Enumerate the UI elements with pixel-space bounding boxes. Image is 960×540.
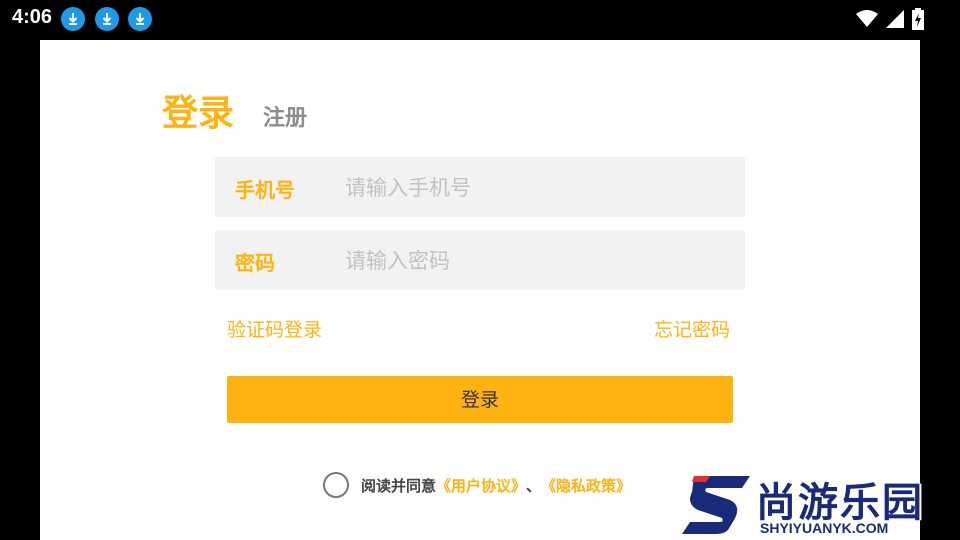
forgot-password-link[interactable]: 忘记密码: [654, 315, 730, 342]
tab-register[interactable]: 注册: [263, 100, 307, 132]
download-icon: [128, 7, 152, 31]
password-label: 密码: [235, 251, 275, 275]
phone-input[interactable]: [343, 167, 727, 209]
watermark-url: SHYIYUANYK.COM: [760, 520, 889, 536]
download-icon: [61, 7, 85, 31]
watermark: 尚游乐园 SHYIYUANYK.COM: [680, 468, 960, 540]
login-button[interactable]: 登录: [227, 376, 733, 423]
agreement-row: 阅读并同意 《用户协议》 、 《隐私政策》: [323, 472, 631, 498]
download-icon: [95, 7, 119, 31]
user-agreement-link[interactable]: 《用户协议》: [436, 475, 526, 496]
password-field: 密码: [215, 230, 745, 290]
watermark-logo-icon: [682, 476, 750, 534]
battery-icon: [912, 8, 924, 34]
agreement-prefix: 阅读并同意: [361, 476, 437, 495]
status-bar: 4:06: [0, 0, 960, 40]
tab-login[interactable]: 登录: [162, 84, 234, 136]
password-input[interactable]: [343, 240, 727, 282]
wifi-icon: [856, 10, 878, 32]
phone-field: 手机号: [215, 157, 745, 217]
status-time: 4:06: [12, 6, 53, 28]
agree-radio[interactable]: [323, 472, 349, 498]
agreement-separator: 、: [526, 476, 542, 495]
signal-icon: [886, 10, 904, 32]
privacy-policy-link[interactable]: 《隐私政策》: [541, 475, 631, 496]
phone-label: 手机号: [235, 178, 295, 202]
login-panel: 登录 注册 手机号 密码 验证码登录 忘记密码 登录 阅读并同意 《用户协议》 …: [40, 40, 920, 540]
sms-login-link[interactable]: 验证码登录: [227, 315, 322, 342]
